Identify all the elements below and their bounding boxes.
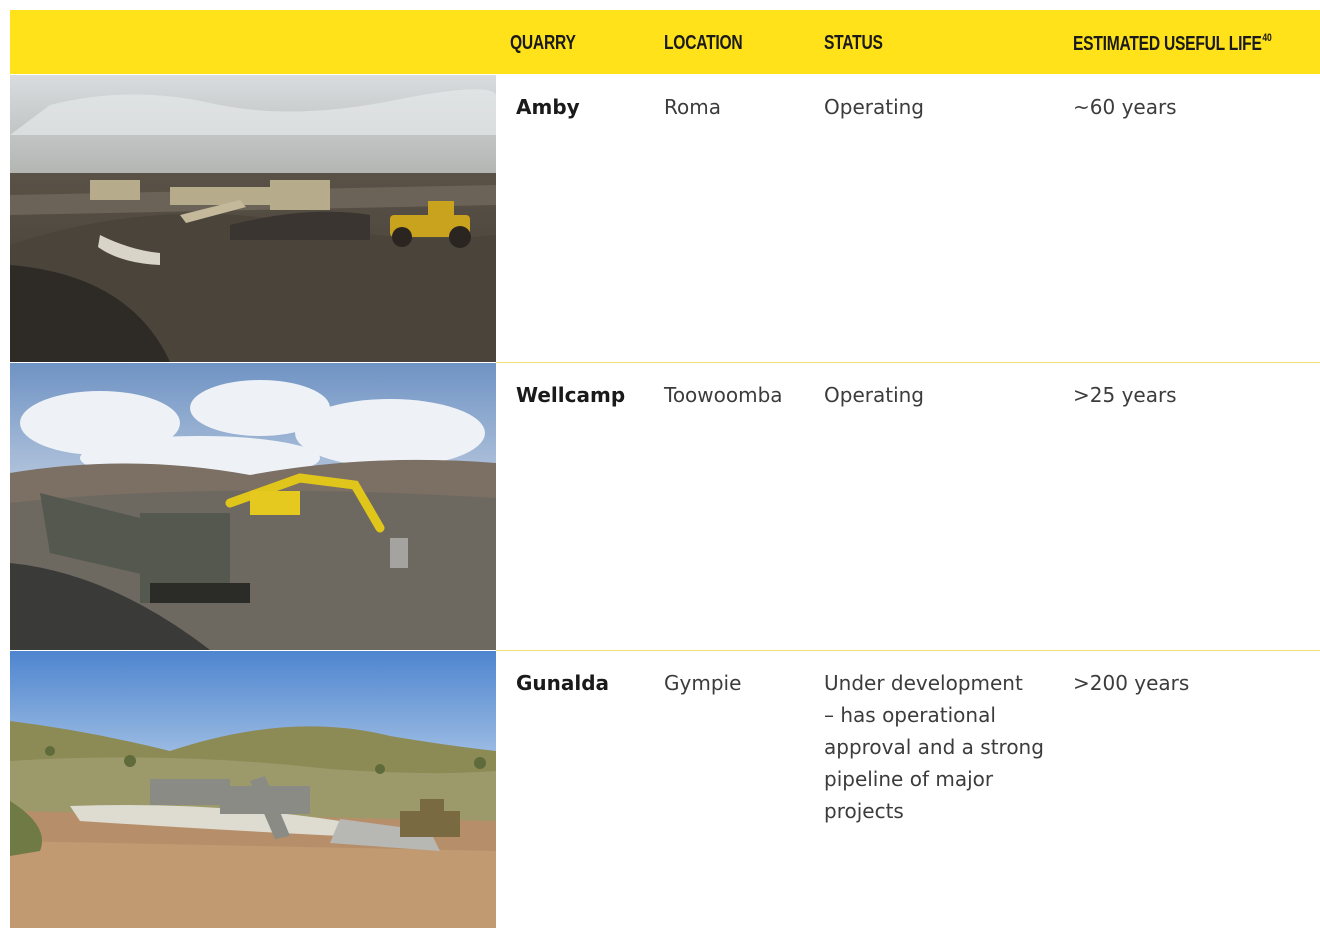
quarry-name: Gunalda [516,671,610,695]
status-line: pipeline of major [824,767,994,791]
footnote-marker: 40 [1262,32,1272,44]
table-row: Amby Roma Operating ~60 years [10,75,1320,363]
table-row: Wellcamp Toowoomba Operating >25 years [10,363,1320,651]
quarry-location: Roma [664,95,721,119]
header-useful-life-label: ESTIMATED USEFUL LIFE [1073,33,1262,55]
table-header: QUARRY LOCATION STATUS ESTIMATED USEFUL … [10,10,1320,74]
status-line: – has operational [824,703,996,727]
quarry-status: Under development – has operational appr… [824,667,1044,827]
quarry-name: Wellcamp [516,383,626,407]
quarry-photo-wellcamp [10,363,496,650]
quarry-photo-amby [10,75,496,362]
quarry-status: Operating [824,383,924,407]
quarry-useful-life: >200 years [1073,671,1190,695]
header-location: LOCATION [664,32,743,54]
status-line: projects [824,799,904,823]
quarry-photo-gunalda [10,651,496,928]
quarry-useful-life: >25 years [1073,383,1177,407]
status-line: approval and a strong [824,735,1044,759]
header-quarry: QUARRY [510,32,576,54]
header-useful-life: ESTIMATED USEFUL LIFE40 [1073,32,1272,56]
quarry-useful-life: ~60 years [1073,95,1177,119]
quarry-location: Toowoomba [664,383,783,407]
table-row: Gunalda Gympie Under development – has o… [10,651,1320,928]
quarry-location: Gympie [664,671,742,695]
quarry-status: Operating [824,95,924,119]
header-status: STATUS [824,32,883,54]
quarry-name: Amby [516,95,580,119]
status-line: Under development [824,671,1023,695]
